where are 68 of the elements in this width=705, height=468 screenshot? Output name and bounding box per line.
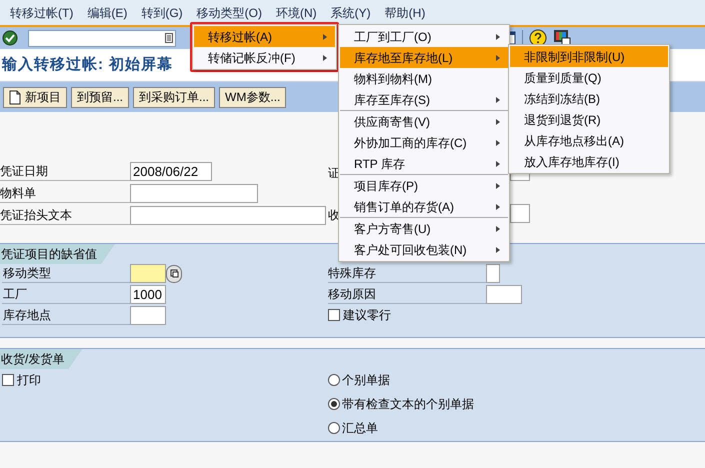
menu-item[interactable]: 环境(N): [276, 4, 317, 22]
menu-item[interactable]: 外协加工商的库存(C): [340, 132, 508, 153]
menu-item[interactable]: 转到(G): [141, 4, 183, 22]
submenu-arrow-icon: [496, 204, 500, 210]
menu-item[interactable]: 移动类型(O): [196, 4, 262, 22]
menu-item[interactable]: 放入库存地库存(I): [510, 151, 668, 172]
menu-item[interactable]: 质量到质量(Q): [510, 67, 668, 88]
input-field[interactable]: [130, 184, 258, 203]
radio-button[interactable]: [328, 374, 340, 386]
menu-item[interactable]: 退货到退货(R): [510, 109, 668, 130]
menu-item[interactable]: 物料到物料(M): [340, 68, 508, 89]
menu-item[interactable]: 编辑(E): [87, 4, 128, 22]
enter-check-icon[interactable]: [2, 30, 18, 46]
screen-title: 输入转移过帐: 初始屏幕: [2, 54, 174, 75]
submenu-arrow-icon: [496, 118, 500, 124]
radio-button[interactable]: [328, 398, 340, 410]
menu-item[interactable]: 项目库存(P): [340, 175, 508, 196]
menu-item[interactable]: 非限制到非限制(U): [510, 46, 668, 67]
submenu-arrow-icon: [496, 226, 500, 232]
submenu-arrow-icon: [496, 246, 500, 252]
input-field[interactable]: [486, 264, 500, 283]
input-field[interactable]: 2008/06/22: [130, 162, 212, 181]
menu-item[interactable]: 工厂到工厂(O): [340, 26, 508, 47]
group-title: 收货/发货单: [0, 349, 82, 369]
menu-item[interactable]: 系统(Y): [330, 4, 371, 22]
submenu-arrow-icon: [323, 34, 327, 40]
group-title: 凭证项目的缺省值: [0, 244, 115, 264]
input-field[interactable]: [130, 264, 166, 283]
radio-label: 个别单据: [342, 372, 390, 389]
submenu-arrow-icon: [496, 34, 500, 40]
menu-item[interactable]: 从库存地点移出(A): [510, 130, 668, 151]
command-field[interactable]: [28, 30, 176, 46]
checkbox[interactable]: [2, 374, 14, 386]
menu-item[interactable]: 供应商寄售(V): [340, 111, 508, 132]
radio-label: 汇总单: [342, 420, 378, 437]
value-help-icon[interactable]: [166, 264, 182, 282]
toolbar-button[interactable]: 到采购订单...: [133, 86, 216, 108]
menu-item[interactable]: 客户处可回收包装(N): [340, 239, 508, 260]
menu-item[interactable]: 客户方寄售(U): [340, 218, 508, 239]
menu-item[interactable]: 转移过帐(A): [194, 26, 335, 47]
input-field[interactable]: [510, 204, 530, 223]
document-icon: [9, 90, 21, 104]
checkbox[interactable]: [328, 309, 340, 321]
radio-label: 带有检查文本的个别单据: [342, 396, 474, 413]
menu-item[interactable]: 转储记帐反冲(F): [194, 47, 335, 68]
menu-item[interactable]: 库存地至库存地(L): [340, 47, 508, 68]
radio-button[interactable]: [328, 422, 340, 434]
field-label: 收: [328, 207, 340, 224]
submenu-arrow-icon: [496, 140, 500, 146]
menu-item[interactable]: 冻结到冻结(B): [510, 88, 668, 109]
toolbar-button[interactable]: 到预留...: [71, 86, 130, 108]
menu-item[interactable]: 销售订单的存货(A): [340, 196, 508, 218]
input-field[interactable]: 1000: [130, 285, 166, 304]
checkbox-label: 建议零行: [343, 307, 391, 324]
history-icon[interactable]: [165, 33, 173, 43]
submenu-arrow-icon: [496, 96, 500, 102]
submenu-arrow-icon: [323, 54, 327, 60]
checkbox-label: 打印: [17, 372, 41, 389]
submenu-arrow-icon: [496, 182, 500, 188]
input-field[interactable]: [130, 306, 166, 325]
toolbar-button[interactable]: 新项目: [3, 86, 67, 108]
menu-item[interactable]: 帮助(H): [384, 4, 426, 22]
input-field[interactable]: [486, 285, 522, 304]
submenu-arrow-icon: [496, 54, 500, 60]
input-field[interactable]: [130, 206, 326, 225]
submenu-arrow-icon: [496, 160, 500, 166]
menu-item[interactable]: 转移过帐(T): [10, 4, 74, 22]
toolbar-button[interactable]: WM参数...: [219, 86, 286, 108]
